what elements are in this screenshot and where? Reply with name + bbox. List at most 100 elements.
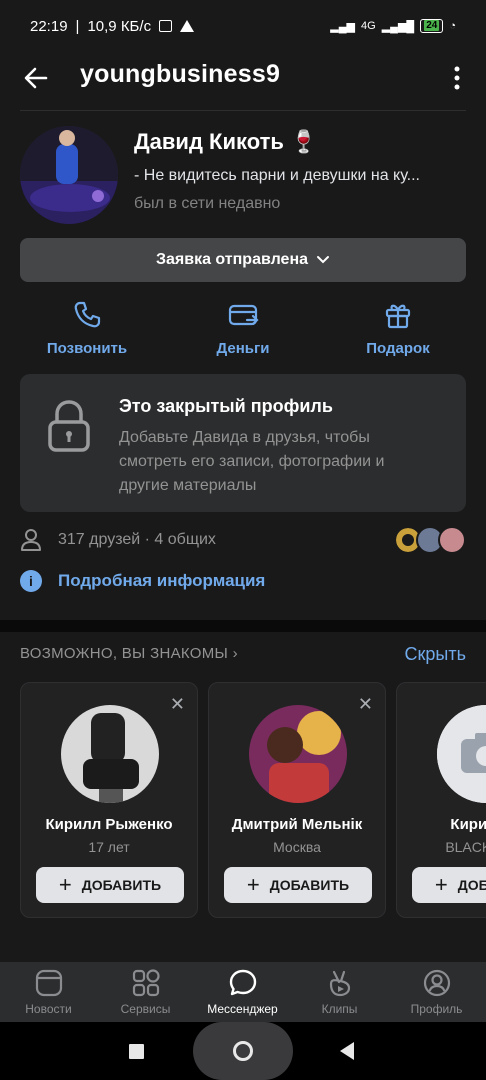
bottom-tab-bar: Новости Сервисы Мессенджер Клипы Профиль (0, 962, 486, 1022)
friends-row[interactable]: 317 друзей · 4 общих (20, 526, 466, 554)
content-bottom-spacer (0, 932, 486, 962)
suggestion-subtitle: Москва (273, 839, 321, 855)
close-icon[interactable]: ✕ (170, 695, 185, 713)
header-divider (20, 110, 466, 111)
suggestion-name: Кирилл Рыженко (45, 816, 173, 833)
home-button[interactable] (193, 1022, 293, 1080)
person-icon (21, 529, 41, 551)
wine-emoji-icon: 🍷 (290, 129, 318, 154)
tab-messenger[interactable]: Мессенджер (194, 968, 291, 1016)
friend-request-button[interactable]: Заявка отправлена (20, 238, 466, 282)
status-time: 22:19 (30, 17, 68, 35)
more-vertical-icon[interactable] (448, 64, 466, 92)
mutual-friend-avatar (438, 526, 466, 554)
suggestion-name: Кирилл К (450, 816, 486, 833)
online-status: был в сети недавно (134, 195, 281, 212)
call-button[interactable]: Позвонить (22, 296, 152, 357)
plus-icon: + (434, 872, 448, 897)
battery-icon: 24 (420, 19, 444, 33)
profile-actions: Позвонить Деньги Подарок (0, 296, 486, 360)
camera-icon (437, 705, 486, 803)
section-separator (0, 620, 486, 632)
closed-profile-text: Добавьте Давида в друзья, чтобы смотреть… (119, 429, 385, 494)
tab-services[interactable]: Сервисы (97, 968, 194, 1016)
lock-icon (48, 400, 90, 452)
suggestions-carousel[interactable]: ✕ Кирилл Рыженко 17 лет + ДОБАВИТЬ ✕ Дми… (0, 682, 486, 918)
recent-apps-icon[interactable] (129, 1044, 144, 1059)
profile-name: Давид Кикоть 🍷 (134, 129, 317, 155)
tab-news[interactable]: Новости (0, 968, 97, 1016)
profile-avatar[interactable] (20, 126, 118, 224)
suggestion-avatar[interactable] (61, 705, 159, 803)
add-friend-button[interactable]: + ДОБАВИТЬ (412, 867, 486, 903)
suggestion-subtitle: BLACK RUS (445, 839, 486, 855)
suggestion-avatar[interactable] (437, 705, 486, 803)
tab-clips[interactable]: Клипы (291, 968, 388, 1016)
news-icon (35, 969, 62, 997)
app-header: youngbusiness9 (0, 52, 486, 110)
money-label: Деньги (216, 340, 270, 357)
suggestion-subtitle: 17 лет (88, 839, 130, 855)
add-friend-button[interactable]: + ДОБАВИТЬ (36, 867, 184, 903)
gift-label: Подарок (366, 340, 430, 357)
suggestion-card[interactable]: Кирилл К BLACK RUS + ДОБАВИТЬ (396, 682, 486, 918)
friends-count: 317 друзей · 4 общих (58, 531, 216, 548)
close-icon[interactable]: ✕ (358, 695, 373, 713)
suggestion-card[interactable]: ✕ Дмитрий Мельнік Москва + ДОБАВИТЬ (208, 682, 386, 918)
suggestions-heading[interactable]: ВОЗМОЖНО, ВЫ ЗНАКОМЫ › (20, 645, 238, 662)
add-friend-label: ДОБАВИТЬ (81, 877, 162, 893)
suggestion-card[interactable]: ✕ Кирилл Рыженко 17 лет + ДОБАВИТЬ (20, 682, 198, 918)
gift-button[interactable]: Подарок (333, 296, 463, 357)
status-divider: | (75, 17, 80, 35)
add-friend-label: ДОБАВИТЬ (457, 877, 486, 893)
wifi-icon: ◔ (449, 20, 456, 32)
tab-services-label: Сервисы (120, 1002, 171, 1016)
tab-news-label: Новости (25, 1002, 72, 1016)
gift-icon (385, 304, 411, 329)
tab-clips-label: Клипы (321, 1002, 358, 1016)
profile-name-text: Давид Кикоть (134, 129, 284, 154)
suggestions-heading-text: ВОЗМОЖНО, ВЫ ЗНАКОМЫ (20, 645, 229, 662)
back-arrow-icon[interactable] (22, 64, 50, 92)
suggestion-avatar[interactable] (249, 705, 347, 803)
profile-icon (423, 969, 450, 997)
messenger-icon (229, 969, 256, 996)
add-friend-label: ДОБАВИТЬ (269, 877, 350, 893)
page-title: youngbusiness9 (80, 60, 281, 88)
detailed-info-label: Подробная информация (58, 571, 266, 590)
mutual-friends-avatars[interactable] (394, 526, 466, 554)
tab-profile-label: Профиль (410, 1002, 463, 1016)
chevron-down-icon (317, 256, 330, 264)
tab-messenger-label: Мессенджер (207, 1002, 278, 1016)
profile-status[interactable]: - Не видитесь парни и девушки на ку... (134, 167, 469, 185)
add-friend-button[interactable]: + ДОБАВИТЬ (224, 867, 372, 903)
phone-icon (74, 301, 101, 328)
hide-suggestions-link[interactable]: Скрыть (405, 644, 466, 665)
money-transfer-icon (228, 304, 259, 326)
signal-icon: ▂▄▆ (330, 20, 356, 33)
status-speed: 10,9 КБ/с (87, 17, 152, 35)
services-icon (132, 969, 160, 997)
plus-icon: + (58, 872, 72, 897)
chevron-right-icon: › (232, 645, 238, 662)
suggestion-name: Дмитрий Мельнік (231, 816, 363, 833)
system-back-icon[interactable] (340, 1042, 354, 1060)
system-nav-bar (0, 1022, 486, 1080)
friend-request-label: Заявка отправлена (155, 251, 309, 268)
closed-profile-title: Это закрытый профиль (119, 396, 333, 416)
call-label: Позвонить (46, 340, 128, 357)
detailed-info-link[interactable]: i Подробная информация (20, 570, 265, 592)
home-icon (233, 1041, 253, 1061)
closed-profile-card: Это закрытый профиль Добавьте Давида в д… (20, 374, 466, 512)
upload-icon (159, 20, 173, 32)
battery-level: 24 (424, 20, 440, 31)
clips-icon (329, 970, 350, 997)
signal-strength-icon: ▂▄▆█ (381, 20, 415, 33)
plus-icon: + (246, 872, 260, 897)
network-type: 4G (361, 20, 376, 32)
status-bar: 22:19 | 10,9 КБ/с ▂▄▆ 4G ▂▄▆█ 24 ◔ (0, 0, 486, 52)
info-icon: i (20, 570, 42, 592)
warning-icon (180, 20, 195, 32)
tab-profile[interactable]: Профиль (388, 968, 485, 1016)
money-button[interactable]: Деньги (178, 296, 308, 357)
